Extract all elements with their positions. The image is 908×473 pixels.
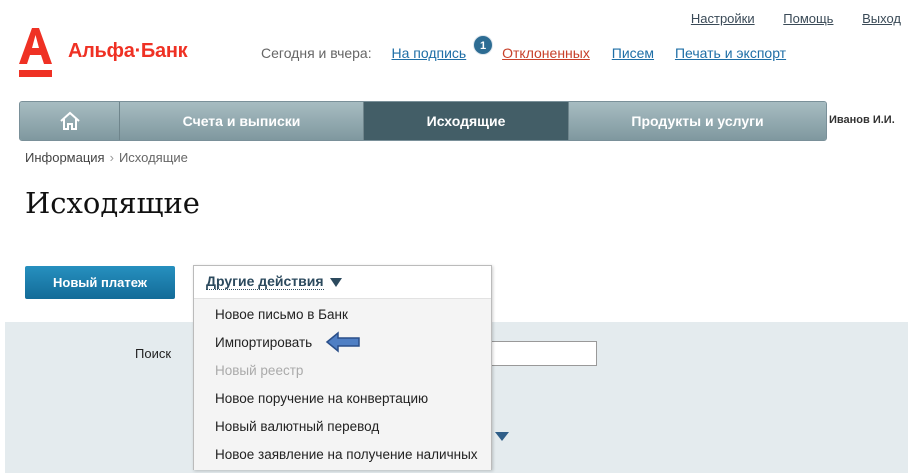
settings-link[interactable]: Настройки	[691, 11, 755, 26]
logo-text: Альфа·Банк	[68, 40, 188, 62]
menu-item-conversion-order[interactable]: Новое поручение на конвертацию	[194, 385, 491, 413]
dropdown-arrow-icon	[329, 277, 342, 287]
page-title: Исходящие	[25, 186, 200, 220]
menu-item-new-letter[interactable]: Новое письмо в Банк	[194, 301, 491, 329]
menu-item-cash-application[interactable]: Новое заявление на получение наличных	[194, 441, 491, 469]
home-icon	[59, 111, 80, 130]
nav-outgoing[interactable]: Исходящие	[364, 102, 569, 140]
breadcrumb-current: Исходящие	[118, 150, 188, 165]
print-export-link[interactable]: Печать и экспорт	[675, 45, 786, 61]
new-payment-button[interactable]: Новый платеж	[25, 266, 175, 299]
annotation-arrow-icon	[325, 331, 360, 353]
breadcrumb: Информация › Исходящие	[25, 150, 188, 165]
breadcrumb-info[interactable]: Информация	[25, 150, 105, 165]
menu-item-new-register: Новый реестр	[215, 363, 304, 378]
other-actions-label: Другие действия	[206, 273, 324, 290]
other-actions-menu: Новое письмо в Банк Импортировать Новый …	[194, 298, 491, 470]
nav-accounts[interactable]: Счета и выписки	[120, 102, 364, 140]
menu-item-currency-transfer[interactable]: Новый валютный перевод	[194, 413, 491, 441]
breadcrumb-separator: ›	[109, 150, 114, 165]
quick-links: Сегодня и вчера: На подпись Отклоненных …	[261, 45, 786, 61]
letters-link[interactable]: Писем	[612, 45, 654, 61]
rejected-link[interactable]: Отклоненных	[502, 45, 590, 61]
search-label: Поиск	[135, 346, 172, 361]
main-nav: Счета и выписки Исходящие Продукты и усл…	[19, 101, 827, 141]
to-sign-link[interactable]: На подпись	[392, 45, 467, 61]
top-links: Настройки Помощь Выход	[666, 11, 901, 26]
nav-products[interactable]: Продукты и услуги	[569, 102, 826, 140]
user-name: Иванов И.И.	[829, 114, 895, 126]
expand-filter-arrow-icon[interactable]	[495, 432, 509, 441]
nav-home[interactable]	[20, 102, 120, 140]
search-input[interactable]	[488, 341, 597, 366]
other-actions-toggle[interactable]: Другие действия	[194, 266, 491, 298]
quick-label: Сегодня и вчера:	[261, 45, 372, 61]
to-sign-count-badge: 1	[473, 35, 493, 55]
other-actions-dropdown: Другие действия Новое письмо в Банк Импо…	[193, 265, 492, 470]
logout-link[interactable]: Выход	[862, 11, 901, 26]
help-link[interactable]: Помощь	[783, 11, 833, 26]
